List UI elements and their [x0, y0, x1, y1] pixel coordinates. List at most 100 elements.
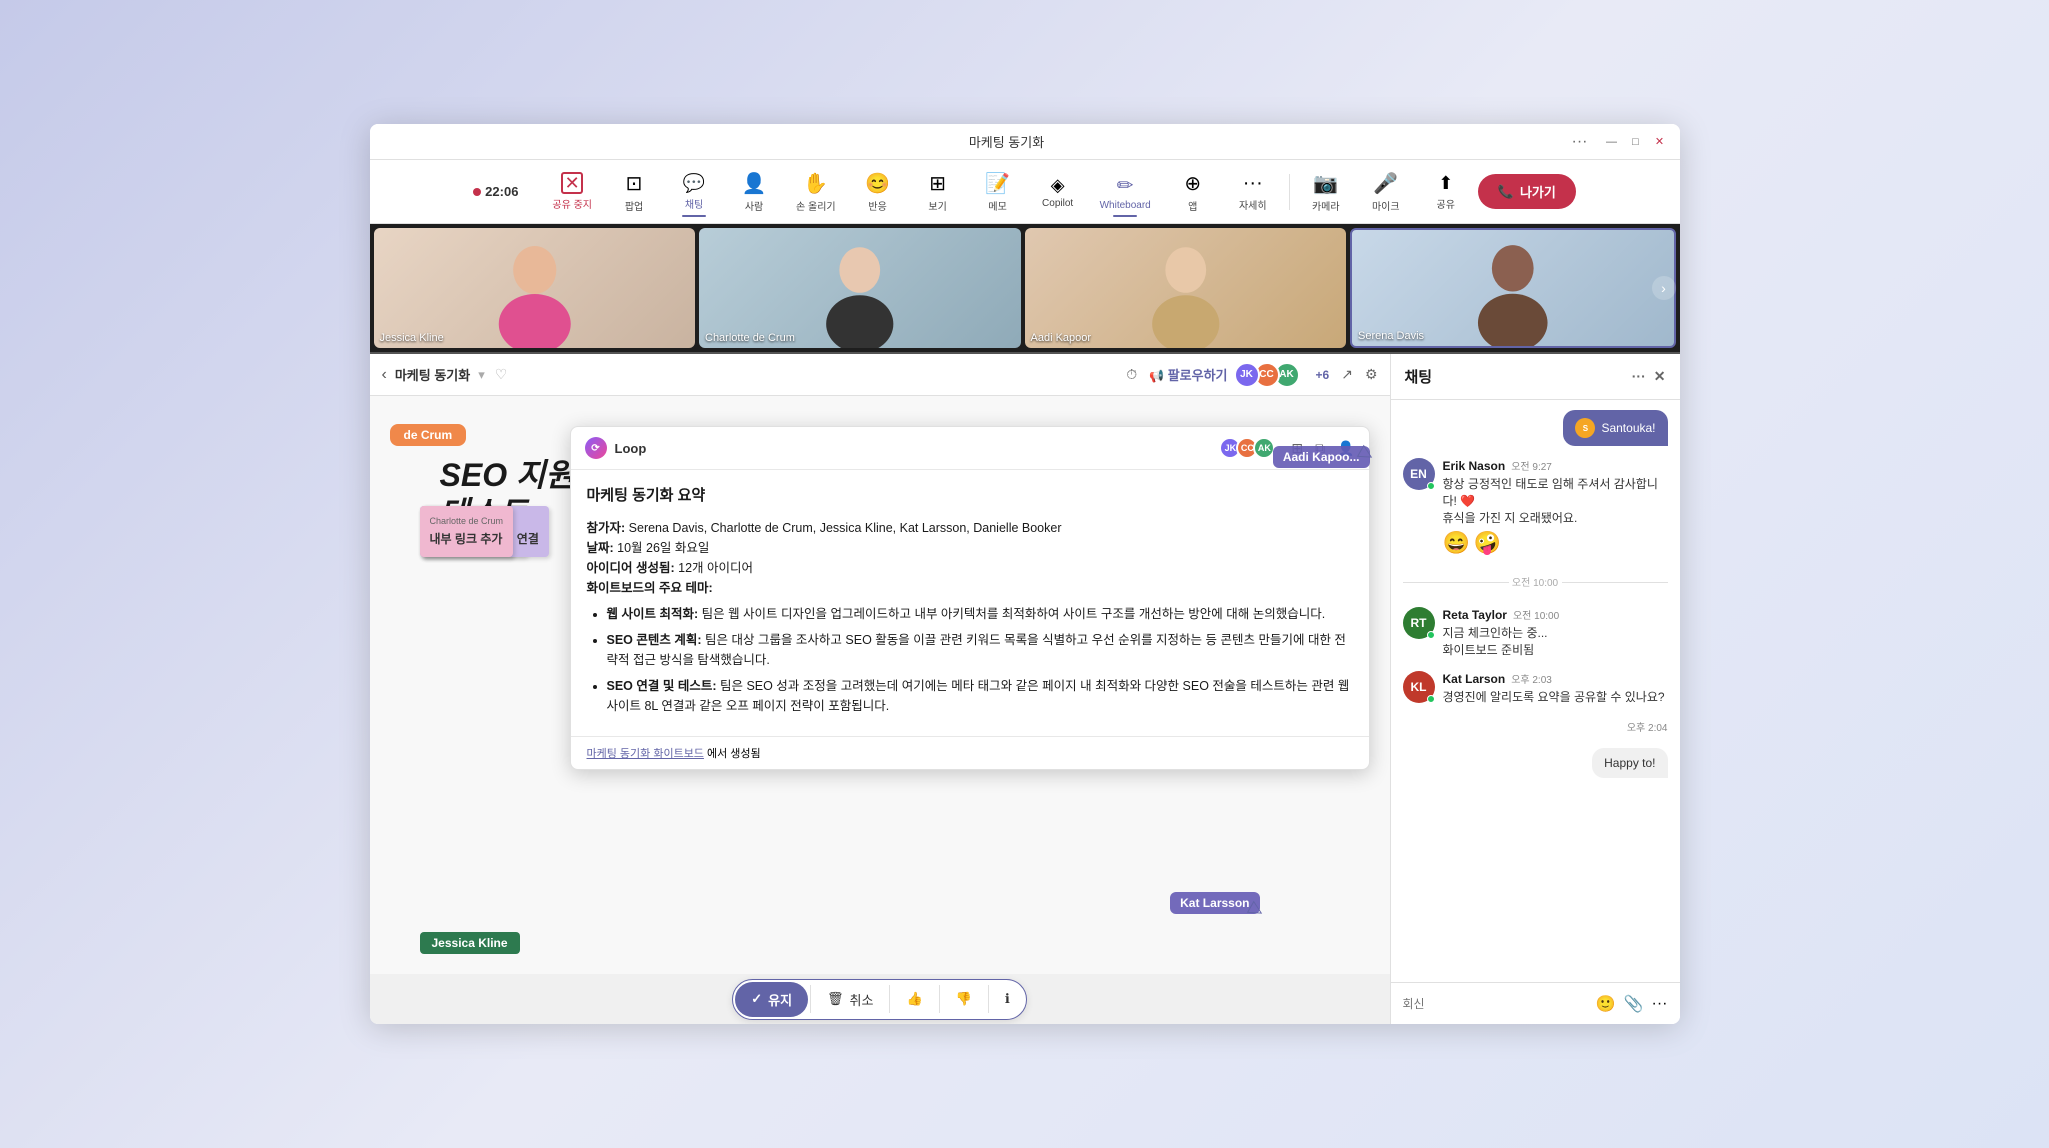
toolbar-popup[interactable]: ⊡ 팝업: [606, 167, 662, 217]
toolbar-memo[interactable]: 📝 메모: [970, 167, 1026, 217]
toolbar-separator: [1289, 174, 1290, 210]
camera-label: 카메라: [1312, 198, 1340, 213]
thumbs-down-icon: 👎: [956, 991, 972, 1007]
info-button[interactable]: ℹ: [989, 983, 1026, 1015]
kat-meta: Kat Larson 오후 2:03: [1443, 671, 1668, 686]
chat-close-icon[interactable]: ✕: [1654, 368, 1666, 385]
whiteboard-icon: ✏: [1117, 173, 1134, 198]
keep-button[interactable]: ✓ 유지: [735, 982, 808, 1017]
erik-text-2: 휴식을 가진 지 오래됐어요.: [1443, 510, 1668, 527]
reta-msg: RT Reta Taylor 오전 10:00 지금 체크인하는 중... 화이…: [1403, 607, 1668, 659]
chat-more-icon[interactable]: ···: [1632, 368, 1646, 385]
back-nav-icon[interactable]: ‹: [382, 366, 387, 384]
toolbar-camera[interactable]: 📷 카메라: [1298, 167, 1354, 217]
mic-label: 마이크: [1372, 198, 1400, 213]
wb-canvas[interactable]: de Crum SEO 지원 및 테스트 Charlotte de Crum S…: [370, 396, 1390, 974]
video-jessica[interactable]: Jessica Kline: [374, 228, 696, 348]
raise-hand-label: 손 올리기: [796, 198, 836, 213]
trash-icon: 🗑: [827, 991, 844, 1007]
toolbar-more[interactable]: ··· 자세히: [1225, 168, 1281, 216]
loop-themes-label: 화이트보드의 주요 테마:: [587, 578, 1353, 598]
raise-hand-icon: ✋: [803, 171, 828, 196]
toolbar-reaction[interactable]: 😊 반응: [850, 167, 906, 217]
meeting-dropdown-icon[interactable]: ▾: [478, 367, 485, 383]
loop-dialog[interactable]: ⟳ Loop JK CC AK ⊞ ⧉ 👤: [570, 426, 1370, 770]
emoji-icon[interactable]: 🙂: [1596, 994, 1616, 1014]
popup-label: 팝업: [625, 198, 643, 213]
stop-share-label: 공유 중지: [552, 196, 592, 211]
thumbs-down-button[interactable]: 👎: [940, 983, 988, 1015]
jessica-label: Jessica Kline: [420, 932, 520, 954]
close-button[interactable]: ✕: [1652, 134, 1668, 150]
meeting-star-icon[interactable]: ♡: [495, 366, 508, 383]
sticky-4: Charlotte de Crum 내부 링크 추가: [420, 506, 514, 557]
toolbar-stop-share[interactable]: ✕ 공유 중지: [542, 168, 602, 215]
leave-label: 나가기: [1520, 182, 1556, 201]
toolbar-share[interactable]: ⬆ 공유: [1418, 169, 1474, 215]
aadi-speaker-label: Aadi Kapoo...: [1273, 446, 1370, 468]
cancel-button[interactable]: 🗑 취소: [811, 982, 889, 1017]
chat-messages: S Santouka! EN Erik Nason 오전 9:27: [1391, 400, 1680, 982]
whiteboard-label: Whiteboard: [1100, 200, 1151, 211]
more-options-icon[interactable]: ···: [1572, 133, 1588, 151]
follow-label[interactable]: 📢 팔로우하기: [1149, 365, 1227, 384]
toolbar-app[interactable]: ⊕ 앱: [1165, 167, 1221, 217]
share-label: 공유: [1437, 196, 1455, 211]
loop-bullet-2: SEO 콘텐츠 계획: 팀은 대상 그룹을 조사하고 SEO 활동을 이끌 관련…: [607, 630, 1353, 670]
timer-display: 22:06: [473, 184, 518, 199]
meeting-info-icons: ⏱ 📢 팔로우하기 JK CC AK +6 ↗ ⚙: [1126, 362, 1377, 388]
santouka-avatar: S: [1575, 418, 1595, 438]
window-controls: ··· — □ ✕: [1572, 133, 1668, 151]
toolbar-chat[interactable]: 💬 채팅: [666, 169, 722, 215]
app-label: 앱: [1188, 198, 1197, 213]
toolbar-copilot[interactable]: ◈ Copilot: [1030, 171, 1086, 213]
people-label: 사람: [745, 198, 763, 213]
clock-icon[interactable]: ⏱: [1126, 366, 1137, 383]
record-indicator: [473, 188, 481, 196]
toolbar-whiteboard[interactable]: ✏ Whiteboard: [1090, 169, 1161, 215]
thumbs-up-button[interactable]: 👍: [890, 983, 938, 1015]
toolbar-people[interactable]: 👤 사람: [726, 167, 782, 217]
copilot-label: Copilot: [1042, 198, 1073, 209]
popup-icon: ⊡: [626, 171, 643, 196]
reaction-label: 반응: [868, 198, 886, 213]
chat-footer: 🙂 📎 ···: [1391, 982, 1680, 1024]
plus-count-label[interactable]: +6: [1316, 368, 1330, 382]
video-charlotte[interactable]: Charlotte de Crum: [699, 228, 1021, 348]
erik-avatar: EN: [1403, 458, 1435, 490]
participant-avatars: JK CC AK: [1240, 362, 1300, 388]
loop-ideas: 아이디어 생성됨: 12개 아이디어: [587, 558, 1353, 578]
more-options2-icon[interactable]: ···: [1652, 995, 1668, 1013]
toolbar-view[interactable]: ⊞ 보기: [910, 167, 966, 217]
video-strip: Jessica Kline Charlotte de Crum Aadi Kap…: [370, 224, 1680, 354]
toolbar-mic[interactable]: 🎤 마이크: [1358, 167, 1414, 217]
share-icon: ⬆: [1438, 173, 1453, 194]
view-icon: ⊞: [929, 171, 946, 196]
charlotte-name-label: Charlotte de Crum: [705, 332, 795, 344]
maximize-button[interactable]: □: [1628, 134, 1644, 150]
jessica-name-label: Jessica Kline: [380, 332, 444, 344]
loop-footer-link[interactable]: 마케팅 동기화 화이트보드: [587, 748, 704, 760]
chat-input[interactable]: [1403, 997, 1588, 1011]
self-msg: Happy to!: [1403, 748, 1668, 778]
toolbar-raise-hand[interactable]: ✋ 손 올리기: [786, 167, 846, 217]
check-icon: ✓: [751, 991, 762, 1007]
title-bar: 마케팅 동기화 ··· — □ ✕: [370, 124, 1680, 160]
erik-meta: Erik Nason 오전 9:27: [1443, 458, 1668, 473]
action-bar: ✓ 유지 🗑 취소 👍 👎: [370, 974, 1390, 1024]
settings-icon[interactable]: ⚙: [1365, 366, 1378, 383]
avatar-jk: JK: [1234, 362, 1260, 388]
kat-msg: KL Kat Larson 오후 2:03 경영진에 알리도록 요약을 공유할 …: [1403, 671, 1668, 706]
minimize-button[interactable]: —: [1604, 134, 1620, 150]
video-aadi[interactable]: Aadi Kapoor: [1025, 228, 1347, 348]
attach-icon[interactable]: 📎: [1624, 994, 1644, 1014]
video-serena[interactable]: Serena Davis: [1350, 228, 1676, 348]
main-content: ‹ 마케팅 동기화 ▾ ♡ ⏱ 📢 팔로우하기 JK CC AK +6 ↗: [370, 354, 1680, 1024]
video-strip-next[interactable]: ›: [1652, 276, 1676, 300]
time-divider-1: 오전 10:00: [1403, 574, 1668, 589]
leave-button[interactable]: 📞 나가기: [1478, 174, 1576, 209]
window-title: 마케팅 동기화: [442, 132, 1572, 151]
share2-icon[interactable]: ↗: [1341, 366, 1353, 383]
reta-text-1: 지금 체크인하는 중...: [1443, 625, 1668, 642]
meeting-name-label[interactable]: 마케팅 동기화: [395, 365, 470, 384]
